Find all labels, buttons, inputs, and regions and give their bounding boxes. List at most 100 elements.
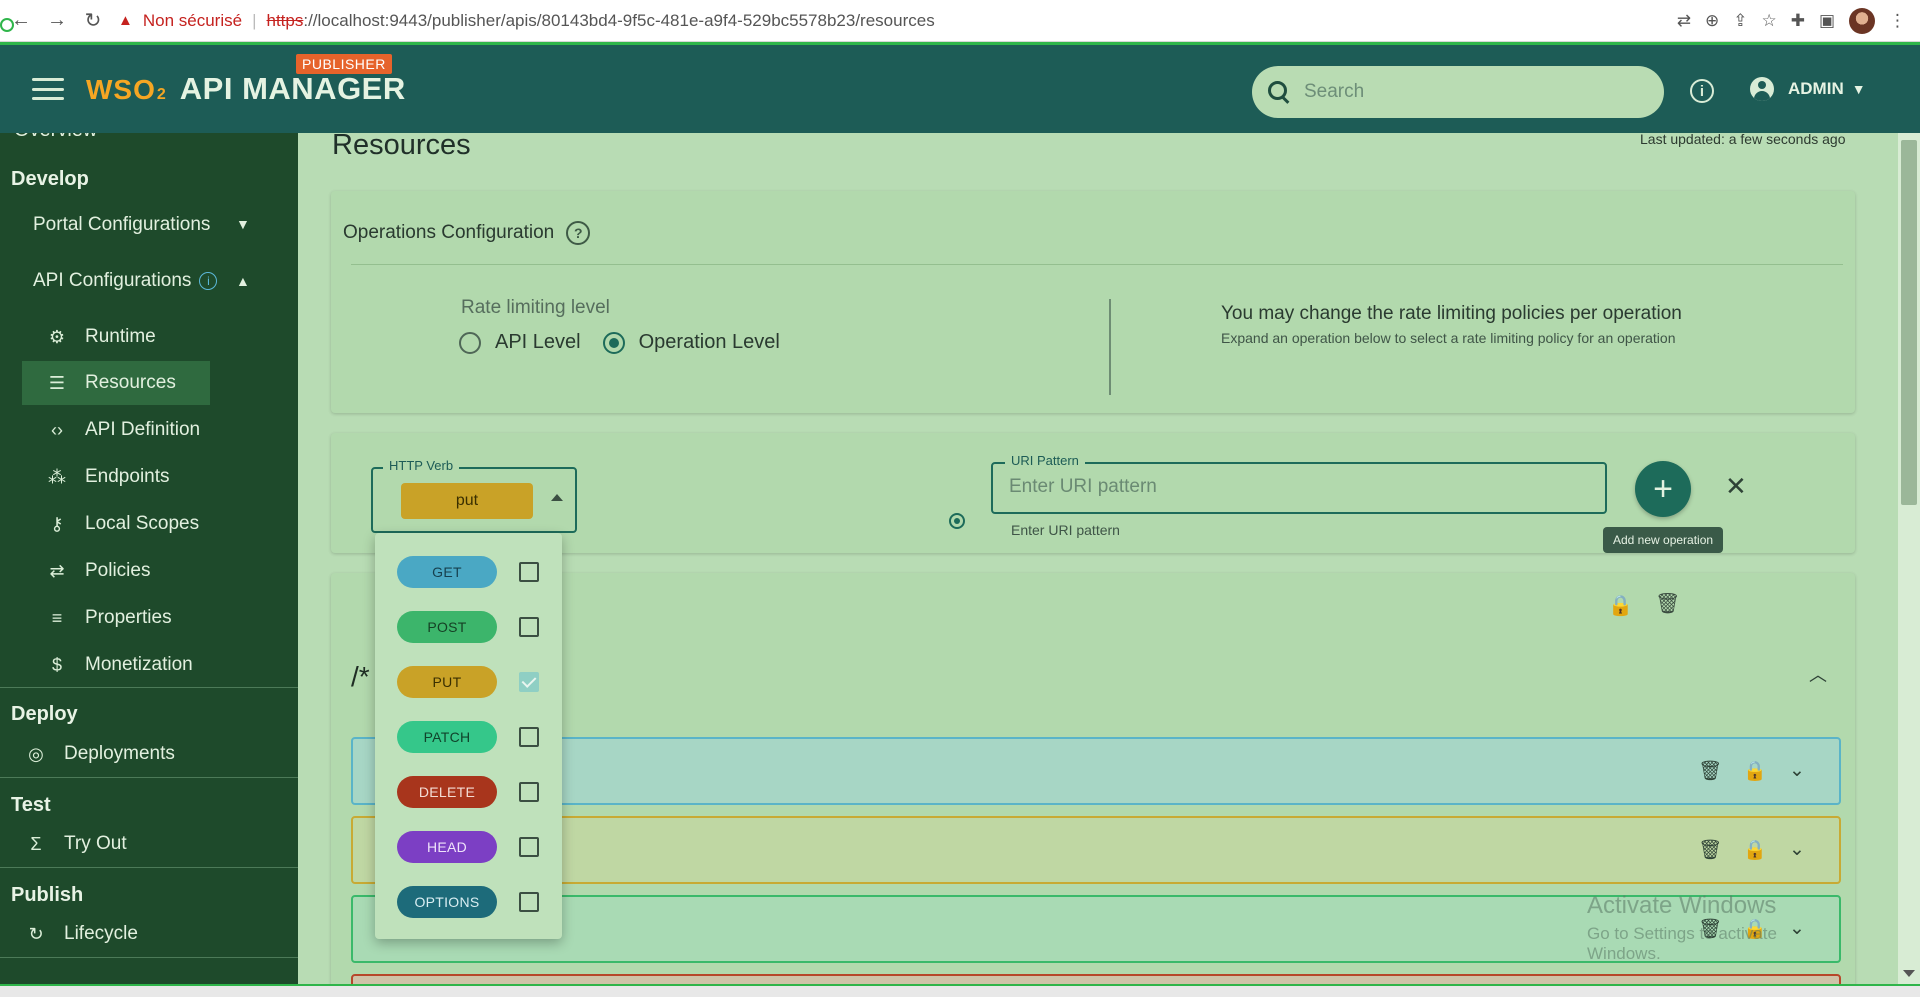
chevron-down-icon[interactable]: ⌄	[1789, 759, 1805, 782]
verb-chip: DELETE	[397, 776, 497, 808]
zoom-icon[interactable]: ⊕	[1705, 11, 1719, 31]
star-icon[interactable]: ☆	[1761, 11, 1776, 31]
url-scheme: https	[266, 10, 304, 30]
more-icon[interactable]: ⋮	[1889, 11, 1906, 31]
menu-item-head[interactable]: HEAD	[397, 830, 547, 864]
sidebar-item-api-definition[interactable]: ‹› API Definition	[45, 408, 245, 452]
menu-item-delete[interactable]: DELETE	[397, 775, 547, 809]
verb-chip: POST	[397, 611, 497, 643]
sidebar-item-label: Monetization	[85, 654, 193, 675]
selected-verb-chip: put	[401, 483, 533, 519]
sidebar-item-overview[interactable]: Overview	[14, 133, 97, 142]
section-deploy: Deploy	[11, 703, 78, 725]
uri-pattern-input[interactable]	[1009, 476, 1589, 498]
lock-icon[interactable]: 🔒	[1608, 593, 1633, 618]
operation-row[interactable]: 🗑 🔒 ⌄	[351, 737, 1841, 805]
user-menu[interactable]: ADMIN ▼	[1750, 77, 1866, 101]
menu-item-post[interactable]: POST	[397, 610, 547, 644]
search-input[interactable]	[1304, 81, 1644, 103]
add-operation-button[interactable]: +	[1635, 461, 1691, 517]
sidebar-item-endpoints[interactable]: ⁂ Endpoints	[45, 455, 245, 499]
last-updated: Last updated: a few seconds ago	[1640, 131, 1846, 147]
radio-operation-level[interactable]	[602, 331, 625, 354]
checkbox[interactable]	[519, 782, 539, 802]
share-icon[interactable]: ⇪	[1733, 11, 1747, 31]
checkbox[interactable]	[519, 617, 539, 637]
chevron-down-icon: ▼	[1851, 81, 1866, 97]
extensions-icon[interactable]: ✚	[1791, 11, 1805, 31]
menu-item-get[interactable]: GET	[397, 555, 547, 589]
delete-icon[interactable]: 🗑	[1698, 759, 1722, 783]
sidebar-item-try-out[interactable]: Σ Try Out	[24, 822, 264, 866]
sidebar-item-label: Runtime	[85, 326, 156, 347]
sidebar-item-local-scopes[interactable]: ⚷ Local Scopes	[45, 502, 245, 546]
sidepanel-icon[interactable]: ▣	[1819, 11, 1835, 31]
http-verb-select[interactable]: HTTP Verb put	[371, 458, 577, 533]
scroll-down-icon[interactable]	[1903, 970, 1915, 977]
checkbox[interactable]	[519, 892, 539, 912]
checkbox[interactable]	[519, 727, 539, 747]
recording-indicator-icon	[0, 18, 14, 32]
divider	[0, 687, 298, 688]
uri-pattern-field[interactable]: URI Pattern	[991, 453, 1607, 514]
verb-chip: OPTIONS	[397, 886, 497, 918]
forward-icon[interactable]: →	[42, 6, 72, 36]
crosshair-icon	[949, 513, 965, 529]
lock-icon[interactable]: 🔒	[1743, 759, 1767, 783]
checkbox[interactable]	[519, 837, 539, 857]
chevron-down-icon[interactable]: ⌄	[1789, 838, 1805, 861]
uri-pattern-legend: URI Pattern	[1005, 453, 1085, 468]
sidebar-item-monetization[interactable]: $ Monetization	[45, 643, 245, 687]
info-icon[interactable]: i	[1690, 79, 1714, 103]
sidebar-item-properties[interactable]: ≡ Properties	[45, 596, 245, 640]
checkbox-checked[interactable]	[519, 672, 539, 692]
sidebar-item-label: Portal Configurations	[33, 214, 211, 235]
section-test: Test	[11, 794, 51, 816]
sidebar-item-deployments[interactable]: ◎ Deployments	[24, 732, 264, 776]
dollar-icon: $	[51, 654, 62, 675]
sidebar-item-resources[interactable]: ☰ Resources	[22, 361, 210, 405]
chevron-up-icon[interactable]: ︿	[1809, 661, 1827, 687]
menu-icon[interactable]	[32, 78, 64, 100]
lock-icon[interactable]: 🔒	[1743, 838, 1767, 862]
card-title: Operations Configuration	[343, 222, 555, 243]
chevron-up-icon[interactable]: ▲	[236, 273, 250, 289]
sidebar-item-runtime[interactable]: ⚙ Runtime	[45, 315, 245, 359]
sidebar-item-lifecycle[interactable]: ↻ Lifecycle	[24, 912, 264, 956]
operation-row[interactable]: 🗑 🔒 ⌄	[351, 816, 1841, 884]
delete-all-icon[interactable]: 🗑	[1655, 591, 1680, 616]
operations-configuration-title: Operations Configuration ?	[343, 221, 591, 245]
browser-actions: ⇄ ⊕ ⇪ ☆ ✚ ▣ ⋮	[1677, 7, 1906, 34]
insecure-label: Non sécurisé	[142, 10, 243, 30]
chevron-down-icon[interactable]: ▼	[236, 216, 250, 232]
menu-item-patch[interactable]: PATCH	[397, 720, 547, 754]
search-box[interactable]	[1252, 66, 1664, 118]
sidebar-item-label: API Configurations	[33, 270, 192, 291]
translate-icon[interactable]: ⇄	[1677, 11, 1691, 31]
activation-watermark-subtitle: Go to Settings to activate Windows.	[1587, 924, 1777, 963]
swap-icon: ⇄	[49, 560, 65, 581]
radio-api-level[interactable]	[459, 331, 481, 354]
divider	[0, 777, 298, 778]
close-icon[interactable]: ✕	[1725, 471, 1747, 502]
profile-avatar[interactable]	[1849, 7, 1875, 34]
divider	[0, 957, 298, 958]
scrollbar-thumb[interactable]	[1901, 140, 1917, 505]
logo[interactable]: WSO 2 API MANAGER	[86, 71, 406, 107]
endpoints-icon: ⁂	[48, 466, 66, 487]
reload-icon[interactable]: ↻	[78, 6, 108, 36]
menu-item-options[interactable]: OPTIONS	[397, 885, 547, 919]
info-icon[interactable]: i	[199, 272, 218, 290]
radio-label[interactable]: API Level	[495, 331, 581, 354]
help-icon[interactable]: ?	[566, 221, 591, 245]
list-icon: ≡	[51, 607, 63, 628]
http-verb-menu: GET POST PUT PATCH DELETE HEAD OPTIONS	[375, 533, 562, 939]
address-bar[interactable]: ▲ Non sécurisé | https ://localhost:9443…	[118, 6, 1677, 36]
delete-icon[interactable]: 🗑	[1698, 838, 1722, 862]
warning-icon: ▲	[118, 12, 133, 29]
sidebar-item-policies[interactable]: ⇄ Policies	[45, 549, 245, 593]
checkbox[interactable]	[519, 562, 539, 582]
publisher-badge: PUBLISHER	[296, 54, 392, 74]
menu-item-put[interactable]: PUT	[397, 665, 547, 699]
radio-label[interactable]: Operation Level	[639, 331, 780, 354]
